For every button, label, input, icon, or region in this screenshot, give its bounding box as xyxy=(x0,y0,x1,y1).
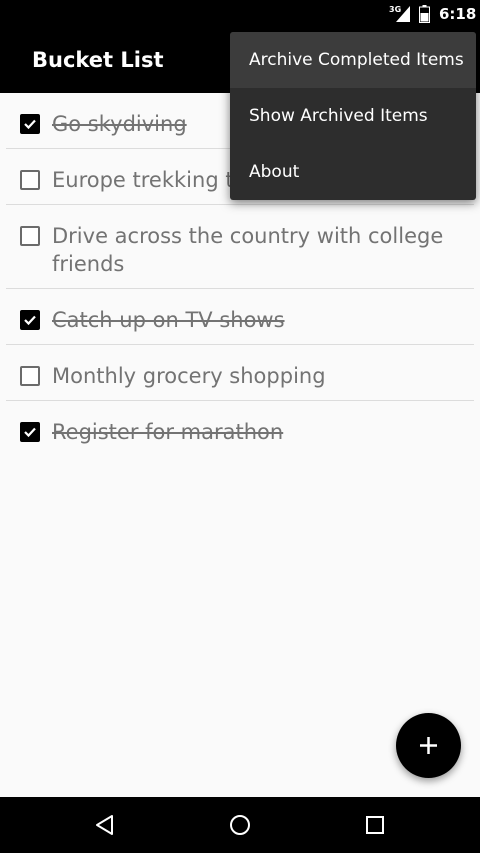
navigation-bar xyxy=(0,797,480,853)
app-title: Bucket List xyxy=(32,48,164,72)
battery-icon xyxy=(419,5,430,23)
add-item-button[interactable] xyxy=(396,713,461,778)
item-label: Drive across the country with college fr… xyxy=(52,224,444,276)
clock: 6:18 xyxy=(439,5,477,23)
check-icon xyxy=(24,427,36,438)
check-icon xyxy=(24,119,36,130)
checkbox-unchecked[interactable] xyxy=(20,226,40,246)
home-icon[interactable] xyxy=(228,813,252,837)
recents-icon[interactable] xyxy=(363,813,387,837)
checkbox-checked[interactable] xyxy=(20,114,40,134)
checkbox-unchecked[interactable] xyxy=(20,170,40,190)
back-icon[interactable] xyxy=(93,813,117,837)
list-item[interactable]: Catch up on TV shows xyxy=(6,289,474,345)
check-icon xyxy=(24,315,36,326)
checkbox-unchecked[interactable] xyxy=(20,366,40,386)
list-item[interactable]: Register for marathon xyxy=(6,401,474,456)
item-label: Register for marathon xyxy=(52,420,284,444)
menu-item-show-archived[interactable]: Show Archived Items xyxy=(230,88,476,144)
menu-item-archive-completed[interactable]: Archive Completed Items xyxy=(230,32,476,88)
signal-icon xyxy=(396,6,410,22)
plus-icon xyxy=(420,737,437,754)
overflow-menu: Archive Completed Items Show Archived It… xyxy=(230,32,476,200)
list-item[interactable]: Monthly grocery shopping xyxy=(6,345,474,401)
status-bar: 3G 6:18 xyxy=(0,0,480,30)
list-item[interactable]: Drive across the country with college fr… xyxy=(6,205,474,289)
checkbox-checked[interactable] xyxy=(20,422,40,442)
item-label: Catch up on TV shows xyxy=(52,308,285,332)
menu-item-about[interactable]: About xyxy=(230,144,476,200)
item-label: Monthly grocery shopping xyxy=(52,364,326,388)
checkbox-checked[interactable] xyxy=(20,310,40,330)
